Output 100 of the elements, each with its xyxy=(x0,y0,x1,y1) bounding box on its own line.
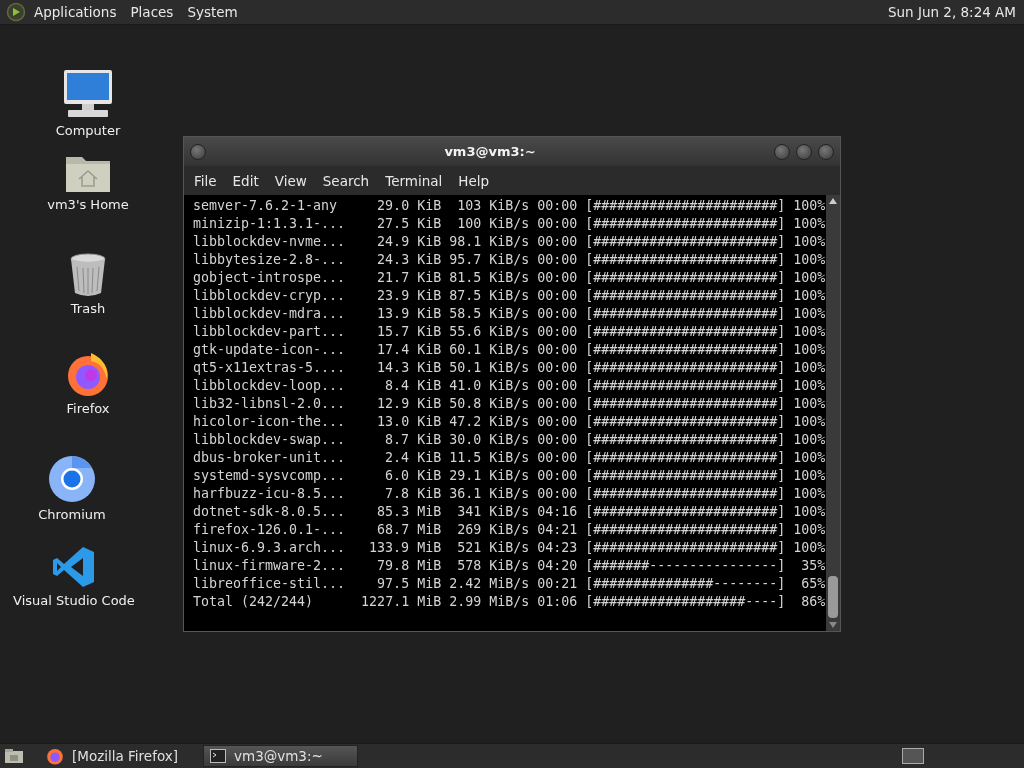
download-rate: 521 KiB/s xyxy=(456,539,530,557)
progress-text: [#######################] xyxy=(584,395,786,413)
package-name: linux-firmware-2... xyxy=(193,557,347,575)
firefox-icon[interactable] xyxy=(65,351,111,397)
desktop-icon-label[interactable]: Trash xyxy=(70,301,106,316)
package-name: Total (242/244) xyxy=(193,593,315,611)
taskbar-button[interactable]: [Mozilla Firefox] xyxy=(40,745,195,767)
eta-time: 00:00 xyxy=(536,377,578,395)
download-size: 23.9 KiB xyxy=(376,287,442,305)
progress-text: [###################----] xyxy=(584,593,786,611)
eta-time: 00:00 xyxy=(536,269,578,287)
download-size: 17.4 KiB xyxy=(376,341,442,359)
desktop-icon-label[interactable]: vm3's Home xyxy=(47,197,129,212)
progress-text: [#######################] xyxy=(584,377,786,395)
download-rate: 95.7 KiB/s xyxy=(448,251,530,269)
download-size: 133.9 MiB xyxy=(368,539,442,557)
desktop-icon-label[interactable]: Chromium xyxy=(38,507,106,522)
panel-menu[interactable]: Applications xyxy=(34,4,117,20)
package-name: libblockdev-nvme... xyxy=(193,233,347,251)
progress-text: [#######################] xyxy=(584,341,786,359)
progress-text: [#######################] xyxy=(584,323,786,341)
panel-menu[interactable]: System xyxy=(187,4,238,20)
chromium-icon[interactable] xyxy=(48,455,96,503)
package-name: libblockdev-swap... xyxy=(193,431,347,449)
scrollbar[interactable] xyxy=(826,195,840,631)
progress-text: [#######----------------] xyxy=(584,557,786,575)
eta-time: 00:00 xyxy=(536,359,578,377)
download-size: 24.3 KiB xyxy=(376,251,442,269)
firefox-icon xyxy=(46,747,64,765)
package-name: hicolor-icon-the... xyxy=(193,413,347,431)
progress-text: [#######################] xyxy=(584,485,786,503)
download-size: 97.5 MiB xyxy=(376,575,442,593)
percent-text: 100% xyxy=(792,305,826,323)
progress-text: [#######################] xyxy=(584,503,786,521)
menu-item[interactable]: Help xyxy=(450,172,498,189)
menu-item[interactable]: Terminal xyxy=(377,172,451,189)
percent-text: 100% xyxy=(792,233,826,251)
download-rate: 2.42 MiB/s xyxy=(448,575,530,593)
package-name: libreoffice-stil... xyxy=(193,575,347,593)
menu-item[interactable]: Search xyxy=(314,172,378,189)
percent-text: 100% xyxy=(792,449,826,467)
desktop-icon-label[interactable]: Visual Studio Code xyxy=(13,593,135,608)
download-rate: 578 KiB/s xyxy=(456,557,530,575)
desktop-icon-label[interactable]: Firefox xyxy=(66,401,110,416)
download-rate: 87.5 KiB/s xyxy=(448,287,530,305)
scrollbar-thumb[interactable] xyxy=(828,576,838,618)
package-name: semver-7.6.2-1-any xyxy=(193,197,339,215)
desktop-icon-label[interactable]: Computer xyxy=(55,123,121,138)
download-rate: 55.6 KiB/s xyxy=(448,323,530,341)
eta-time: 04:20 xyxy=(536,557,578,575)
download-rate: 341 KiB/s xyxy=(456,503,530,521)
panel-menu[interactable]: Places xyxy=(130,4,174,20)
package-name: dotnet-sdk-8.0.5... xyxy=(193,503,347,521)
download-size: 29.0 KiB xyxy=(376,197,442,215)
workspace-switcher[interactable] xyxy=(902,748,924,764)
package-name: qt5-x11extras-5.... xyxy=(193,359,347,377)
eta-time: 00:00 xyxy=(536,233,578,251)
download-rate: 103 KiB/s xyxy=(456,197,530,215)
maximize-button[interactable] xyxy=(796,143,812,160)
show-desktop-icon[interactable] xyxy=(4,748,24,764)
eta-time: 00:00 xyxy=(536,431,578,449)
vscode-icon[interactable] xyxy=(52,545,96,589)
percent-text: 100% xyxy=(792,287,826,305)
eta-time: 04:23 xyxy=(536,539,578,557)
download-size: 24.9 KiB xyxy=(376,233,442,251)
minimize-button[interactable] xyxy=(774,143,790,160)
taskbar-button[interactable]: vm3@vm3:~ xyxy=(203,745,358,767)
percent-text: 35% xyxy=(800,557,826,575)
download-rate: 81.5 KiB/s xyxy=(448,269,530,287)
window-menu-button[interactable] xyxy=(190,143,206,160)
download-rate: 50.8 KiB/s xyxy=(448,395,530,413)
computer-icon[interactable] xyxy=(62,69,114,119)
close-button[interactable] xyxy=(818,143,834,160)
download-size: 21.7 KiB xyxy=(376,269,442,287)
download-rate: 2.99 MiB/s xyxy=(448,593,530,611)
trash-icon[interactable] xyxy=(69,253,107,297)
scroll-down-icon[interactable] xyxy=(829,622,837,628)
eta-time: 00:00 xyxy=(536,467,578,485)
download-size: 27.5 KiB xyxy=(376,215,442,233)
progress-text: [#######################] xyxy=(584,197,786,215)
scroll-up-icon[interactable] xyxy=(829,198,837,204)
percent-text: 100% xyxy=(792,323,826,341)
progress-text: [#######################] xyxy=(584,269,786,287)
package-name: lib32-libnsl-2.0... xyxy=(193,395,347,413)
eta-time: 04:16 xyxy=(536,503,578,521)
eta-time: 00:00 xyxy=(536,323,578,341)
download-rate: 47.2 KiB/s xyxy=(448,413,530,431)
menu-item[interactable]: Edit xyxy=(224,172,267,189)
eta-time: 00:00 xyxy=(536,413,578,431)
download-size: 85.3 MiB xyxy=(376,503,442,521)
package-name: linux-6.9.3.arch... xyxy=(193,539,347,557)
progress-text: [###############--------] xyxy=(584,575,786,593)
percent-text: 86% xyxy=(800,593,826,611)
percent-text: 100% xyxy=(792,395,826,413)
menu-item[interactable]: View xyxy=(266,172,315,189)
menu-item[interactable]: File xyxy=(186,172,225,189)
package-name: libblockdev-mdra... xyxy=(193,305,347,323)
progress-text: [#######################] xyxy=(584,467,786,485)
logo-icon[interactable] xyxy=(6,2,26,22)
clock[interactable]: Sun Jun 2, 8:24 AM xyxy=(887,4,1016,20)
